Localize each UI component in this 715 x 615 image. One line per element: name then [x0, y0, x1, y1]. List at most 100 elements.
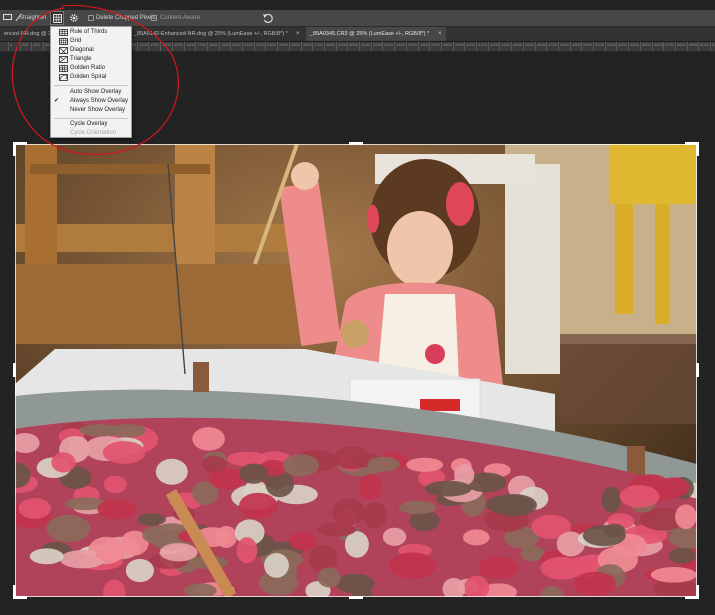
ruler-label: 4300 — [501, 42, 510, 47]
menu-separator — [54, 85, 128, 86]
menu-item-triangle[interactable]: Triangle — [51, 55, 131, 64]
ruler-tick — [441, 42, 442, 51]
ruler-label: 4900 — [572, 42, 581, 47]
ruler-label: 1800 — [209, 42, 218, 47]
ruler-label: 3900 — [455, 42, 464, 47]
grid-icon — [59, 38, 68, 45]
ruler-label: 2700 — [314, 42, 323, 47]
ruler-tick — [160, 42, 161, 51]
ruler-label: 2900 — [338, 42, 347, 47]
overlay-options-button[interactable] — [50, 11, 64, 25]
menu-separator — [54, 118, 128, 119]
ruler-label: 4400 — [513, 42, 522, 47]
ruler-label: 3800 — [443, 42, 452, 47]
straighten-button[interactable]: Straighten — [19, 10, 46, 26]
ruler-tick — [581, 42, 582, 51]
ruler-label: 5100 — [595, 42, 604, 47]
tab-close-button[interactable]: × — [296, 27, 300, 41]
ruler-label: 5400 — [630, 42, 639, 47]
ruler-tick — [406, 42, 407, 51]
ruler-tick — [570, 42, 571, 51]
crop-handle-right[interactable] — [696, 363, 699, 377]
menu-item-always-show-overlay[interactable]: ✔ Always Show Overlay — [51, 97, 131, 106]
gear-icon — [70, 14, 78, 22]
ruler-label: 5000 — [583, 42, 592, 47]
crop-handle-bottom-left-vertical[interactable] — [13, 585, 16, 599]
ruler-tick — [710, 42, 711, 51]
menu-item-rule-of-thirds[interactable]: Rule of Thirds — [51, 28, 131, 37]
menu-item-label: Diagonal — [70, 47, 94, 53]
crop-handle-bottom[interactable] — [349, 596, 363, 599]
crop-handle-top-left-vertical[interactable] — [13, 142, 16, 156]
ruler-label: 2100 — [244, 42, 253, 47]
crop-bounding-box[interactable] — [15, 144, 697, 597]
ruler-tick — [207, 42, 208, 51]
ruler-label: 1300 — [150, 42, 159, 47]
menu-item-never-show-overlay[interactable]: Never Show Overlay — [51, 106, 131, 115]
ruler-label: 200 — [22, 42, 29, 47]
ruler-tick — [640, 42, 641, 51]
ruler-label: 3000 — [349, 42, 358, 47]
ruler-label: 4700 — [548, 42, 557, 47]
crop-handle-left[interactable] — [13, 363, 16, 377]
tab-label: _85A0345.CR3 @ 25% (LumEase +/-, RGB/8*)… — [310, 31, 430, 37]
ruler-label: 300 — [33, 42, 40, 47]
reset-icon[interactable] — [262, 12, 274, 24]
crop-handle-bottom-right-vertical[interactable] — [696, 585, 699, 599]
ruler-tick — [324, 42, 325, 51]
ruler-label: 4600 — [537, 42, 546, 47]
menu-item-label: Never Show Overlay — [70, 107, 126, 113]
menu-item-golden-ratio[interactable]: Golden Ratio — [51, 64, 131, 73]
ruler-label: 1600 — [186, 42, 195, 47]
menu-item-auto-show-overlay[interactable]: Auto Show Overlay — [51, 88, 131, 97]
tab-label: enced-NR.dng @ 2 — [4, 31, 52, 37]
golden-spiral-icon — [59, 74, 68, 81]
golden-ratio-icon — [59, 65, 68, 72]
crop-handle-top-right-vertical[interactable] — [696, 142, 699, 156]
ruler-tick — [546, 42, 547, 51]
crop-icon[interactable] — [3, 14, 12, 20]
ruler-label: 5600 — [654, 42, 663, 47]
ruler-label: 2500 — [291, 42, 300, 47]
tab-label: _85A5142-Enhanced-NR.dng @ 25% (LumEase … — [134, 31, 288, 37]
ruler-label: 1900 — [221, 42, 230, 47]
crop-settings-button[interactable] — [67, 11, 81, 25]
overlay-options-menu: Rule of Thirds Grid Diagonal Triangle Go… — [50, 26, 132, 138]
delete-cropped-pixels-label: Delete Cropped Pixels — [96, 15, 156, 21]
ruler-tick — [31, 42, 32, 51]
ruler-tick — [558, 42, 559, 51]
ruler-label: 3700 — [431, 42, 440, 47]
tab-document-3[interactable]: _85A0345.CR3 @ 25% (LumEase +/-, RGB/8*)… — [306, 27, 446, 41]
menu-item-label: Cycle Overlay — [70, 121, 108, 127]
checkmark-icon: ✔ — [54, 98, 60, 104]
ruler-tick — [172, 42, 173, 51]
menu-item-cycle-overlay[interactable]: Cycle Overlay — [51, 120, 131, 129]
menu-item-diagonal[interactable]: Diagonal — [51, 46, 131, 55]
ruler-label: 2300 — [267, 42, 276, 47]
menu-item-label: Grid — [70, 38, 82, 44]
ruler-tick — [184, 42, 185, 51]
ruler-tick — [230, 42, 231, 51]
ruler-tick — [242, 42, 243, 51]
content-aware-checkbox[interactable] — [151, 15, 157, 21]
ruler-tick — [429, 42, 430, 51]
ruler-tick — [394, 42, 395, 51]
ruler-tick — [148, 42, 149, 51]
ruler-label: 3100 — [361, 42, 370, 47]
ruler-label: 3200 — [373, 42, 382, 47]
delete-cropped-pixels-checkbox[interactable] — [88, 15, 94, 21]
tab-close-button[interactable]: × — [438, 27, 442, 41]
crop-handle-top[interactable] — [349, 142, 363, 145]
ruler-tick — [605, 42, 606, 51]
tab-document-2[interactable]: _85A5142-Enhanced-NR.dng @ 25% (LumEase … — [130, 27, 302, 41]
ruler-label: 2800 — [326, 42, 335, 47]
menu-item-grid[interactable]: Grid — [51, 37, 131, 46]
ruler-tick — [698, 42, 699, 51]
ruler-tick — [195, 42, 196, 51]
ruler-tick — [301, 42, 302, 51]
ruler-tick — [359, 42, 360, 51]
ruler-label: 5900 — [689, 42, 698, 47]
menu-item-label: Auto Show Overlay — [70, 89, 122, 95]
menu-item-golden-spiral[interactable]: Golden Spiral — [51, 73, 131, 82]
ruler-tick — [418, 42, 419, 51]
